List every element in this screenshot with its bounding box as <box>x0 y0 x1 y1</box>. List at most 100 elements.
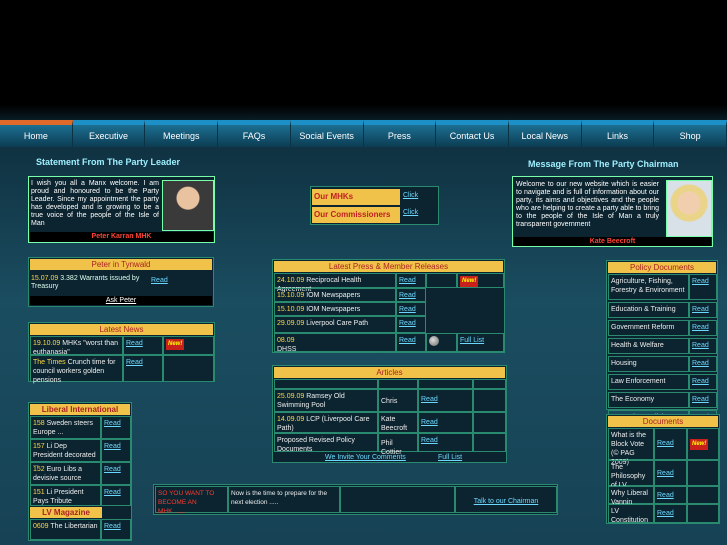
policy-item: Government Reform <box>608 320 689 336</box>
documents-box: Documents What is the Block Vote (© PAG … <box>606 414 720 524</box>
become-mhk-box: SO YOU WANT TO BECOME AN MHK....... Now … <box>153 484 558 515</box>
liberal-international-box: Liberal International 158 Sweden steers … <box>28 402 132 541</box>
leader-photo <box>162 180 214 231</box>
press-box: Latest Press & Member Releases 24.10.09 … <box>272 259 505 353</box>
read-link[interactable]: Read <box>657 510 674 517</box>
invite-comments-link[interactable]: We Invite Your Comments <box>325 454 406 461</box>
nav-executive[interactable]: Executive <box>72 120 146 147</box>
read-link[interactable]: Read <box>104 489 121 496</box>
news-read-link[interactable]: Read <box>126 359 143 366</box>
document-title: What is the Block Vote (© PAG 2009) <box>608 428 654 466</box>
full-list-link[interactable]: Full List <box>460 337 484 344</box>
tynwald-title: Peter in Tynwald <box>30 259 212 270</box>
read-link[interactable]: Read <box>399 292 416 299</box>
press-date: 08.09 <box>277 337 295 344</box>
talk-to-chairman-link[interactable]: Talk to our Chairman <box>474 498 539 505</box>
item-number: 158 <box>33 420 45 427</box>
read-link[interactable]: Read <box>399 320 416 327</box>
read-link[interactable]: Read <box>692 360 709 367</box>
our-commissioners-link[interactable]: Click <box>403 209 418 216</box>
read-link[interactable]: Read <box>692 378 709 385</box>
read-link[interactable]: Read <box>104 420 121 427</box>
leader-heading: Statement From The Party Leader <box>36 157 181 167</box>
press-title: Latest Press & Member Releases <box>274 261 503 272</box>
latest-news-box: Latest News 19.10.09 MHKs "worst than eu… <box>28 322 215 384</box>
press-text: IOM Newspapers <box>306 292 361 299</box>
policy-documents-box: Policy Documents Agriculture, Fishing, F… <box>606 260 718 426</box>
read-link[interactable]: Read <box>399 277 416 284</box>
item-number: 151 <box>33 489 45 496</box>
policy-item: Housing <box>608 356 689 372</box>
read-link[interactable]: Read <box>399 306 416 313</box>
read-link[interactable]: Read <box>421 396 438 403</box>
policy-item: Agriculture, Fishing, Forestry & Environ… <box>608 274 689 300</box>
our-commissioners-label: Our Commissioners <box>312 207 400 223</box>
article-author: Phil Cottier <box>378 433 418 456</box>
document-title: Why Liberal Vannin <box>608 486 654 506</box>
nav-local-news[interactable]: Local News <box>508 120 582 147</box>
chairman-heading: Message From The Party Chairman <box>528 159 679 169</box>
item-number: 152 <box>33 466 45 473</box>
nav-home[interactable]: Home <box>0 120 73 147</box>
press-text: DHSS <box>277 346 297 353</box>
read-link[interactable]: Read <box>104 466 121 473</box>
our-mhks-link[interactable]: Click <box>403 192 418 199</box>
new-badge: New! <box>690 439 709 450</box>
nav-links[interactable]: Links <box>581 120 655 147</box>
item-text: The Libertarian <box>50 523 98 530</box>
articles-title: Articles <box>274 367 505 378</box>
read-link[interactable]: Read <box>657 492 674 499</box>
article-date: 14.09.09 <box>277 416 305 423</box>
article-author: Chris <box>378 389 418 412</box>
read-link[interactable]: Read <box>692 278 709 285</box>
representatives-box: Our MHKs Click Our Commissioners Click <box>310 186 439 225</box>
articles-box: Articles 25.09.09 Ramsey Old Swimming Po… <box>272 365 507 463</box>
item-number: 0609 <box>33 523 49 530</box>
ask-peter-link[interactable]: Ask Peter <box>30 296 212 305</box>
nav-shop[interactable]: Shop <box>654 120 727 147</box>
main-nav: Home Executive Meetings FAQs Social Even… <box>0 120 727 147</box>
read-link[interactable]: Read <box>692 342 709 349</box>
liberal-title: Liberal International <box>30 404 130 415</box>
read-link[interactable]: Read <box>692 306 709 313</box>
articles-full-list-link[interactable]: Full List <box>438 454 462 461</box>
read-link[interactable]: Read <box>104 443 121 450</box>
nav-faqs[interactable]: FAQs <box>218 120 291 147</box>
nav-press[interactable]: Press <box>363 120 437 147</box>
tynwald-read-link[interactable]: Read <box>151 277 168 284</box>
read-link[interactable]: Read <box>657 440 674 447</box>
document-title: The Philosophy of LV <box>608 460 654 489</box>
read-link[interactable]: Read <box>692 324 709 331</box>
news-read-link[interactable]: Read <box>126 340 143 347</box>
article-author: Kate Beecroft <box>378 412 418 433</box>
read-link[interactable]: Read <box>421 419 438 426</box>
lv-magazine-title: LV Magazine <box>30 507 102 518</box>
policy-item: Health & Welfare <box>608 338 689 354</box>
read-link[interactable]: Read <box>104 523 121 530</box>
globe-icon <box>429 336 439 346</box>
new-badge: New! <box>460 276 479 287</box>
read-link[interactable]: Read <box>657 470 674 477</box>
leader-box: I wish you all a Manx welcome. I am prou… <box>28 176 215 243</box>
new-badge: New! <box>166 339 185 350</box>
chairman-text: Welcome to our new website which is easi… <box>516 181 659 228</box>
nav-meetings[interactable]: Meetings <box>145 120 219 147</box>
nav-contact-us[interactable]: Contact Us <box>436 120 509 147</box>
tynwald-box: Peter in Tynwald 15.07.09 3.382 Warrants… <box>28 257 214 307</box>
leader-text: I wish you all a Manx welcome. I am prou… <box>31 180 159 227</box>
press-date: 15.10.09 <box>277 292 305 299</box>
nav-social-events[interactable]: Social Events <box>290 120 364 147</box>
press-text: IOM Newspapers <box>306 306 361 313</box>
read-link[interactable]: Read <box>421 437 438 444</box>
document-title: LV Constitution <box>608 504 654 524</box>
prepare-text: Now is the time to prepare for the next … <box>228 486 340 513</box>
read-link[interactable]: Read <box>692 396 709 403</box>
chairman-photo <box>666 180 712 237</box>
article-title: Proposed Revised Policy Documents <box>277 437 355 453</box>
tynwald-date: 15.07.09 <box>31 275 59 282</box>
press-date: 15.10.09 <box>277 306 305 313</box>
read-link[interactable]: Read <box>399 337 416 344</box>
item-number: 157 <box>33 443 45 450</box>
news-date: 19.10.09 <box>33 340 61 347</box>
become-mhk-text: SO YOU WANT TO BECOME AN MHK....... <box>155 486 228 515</box>
